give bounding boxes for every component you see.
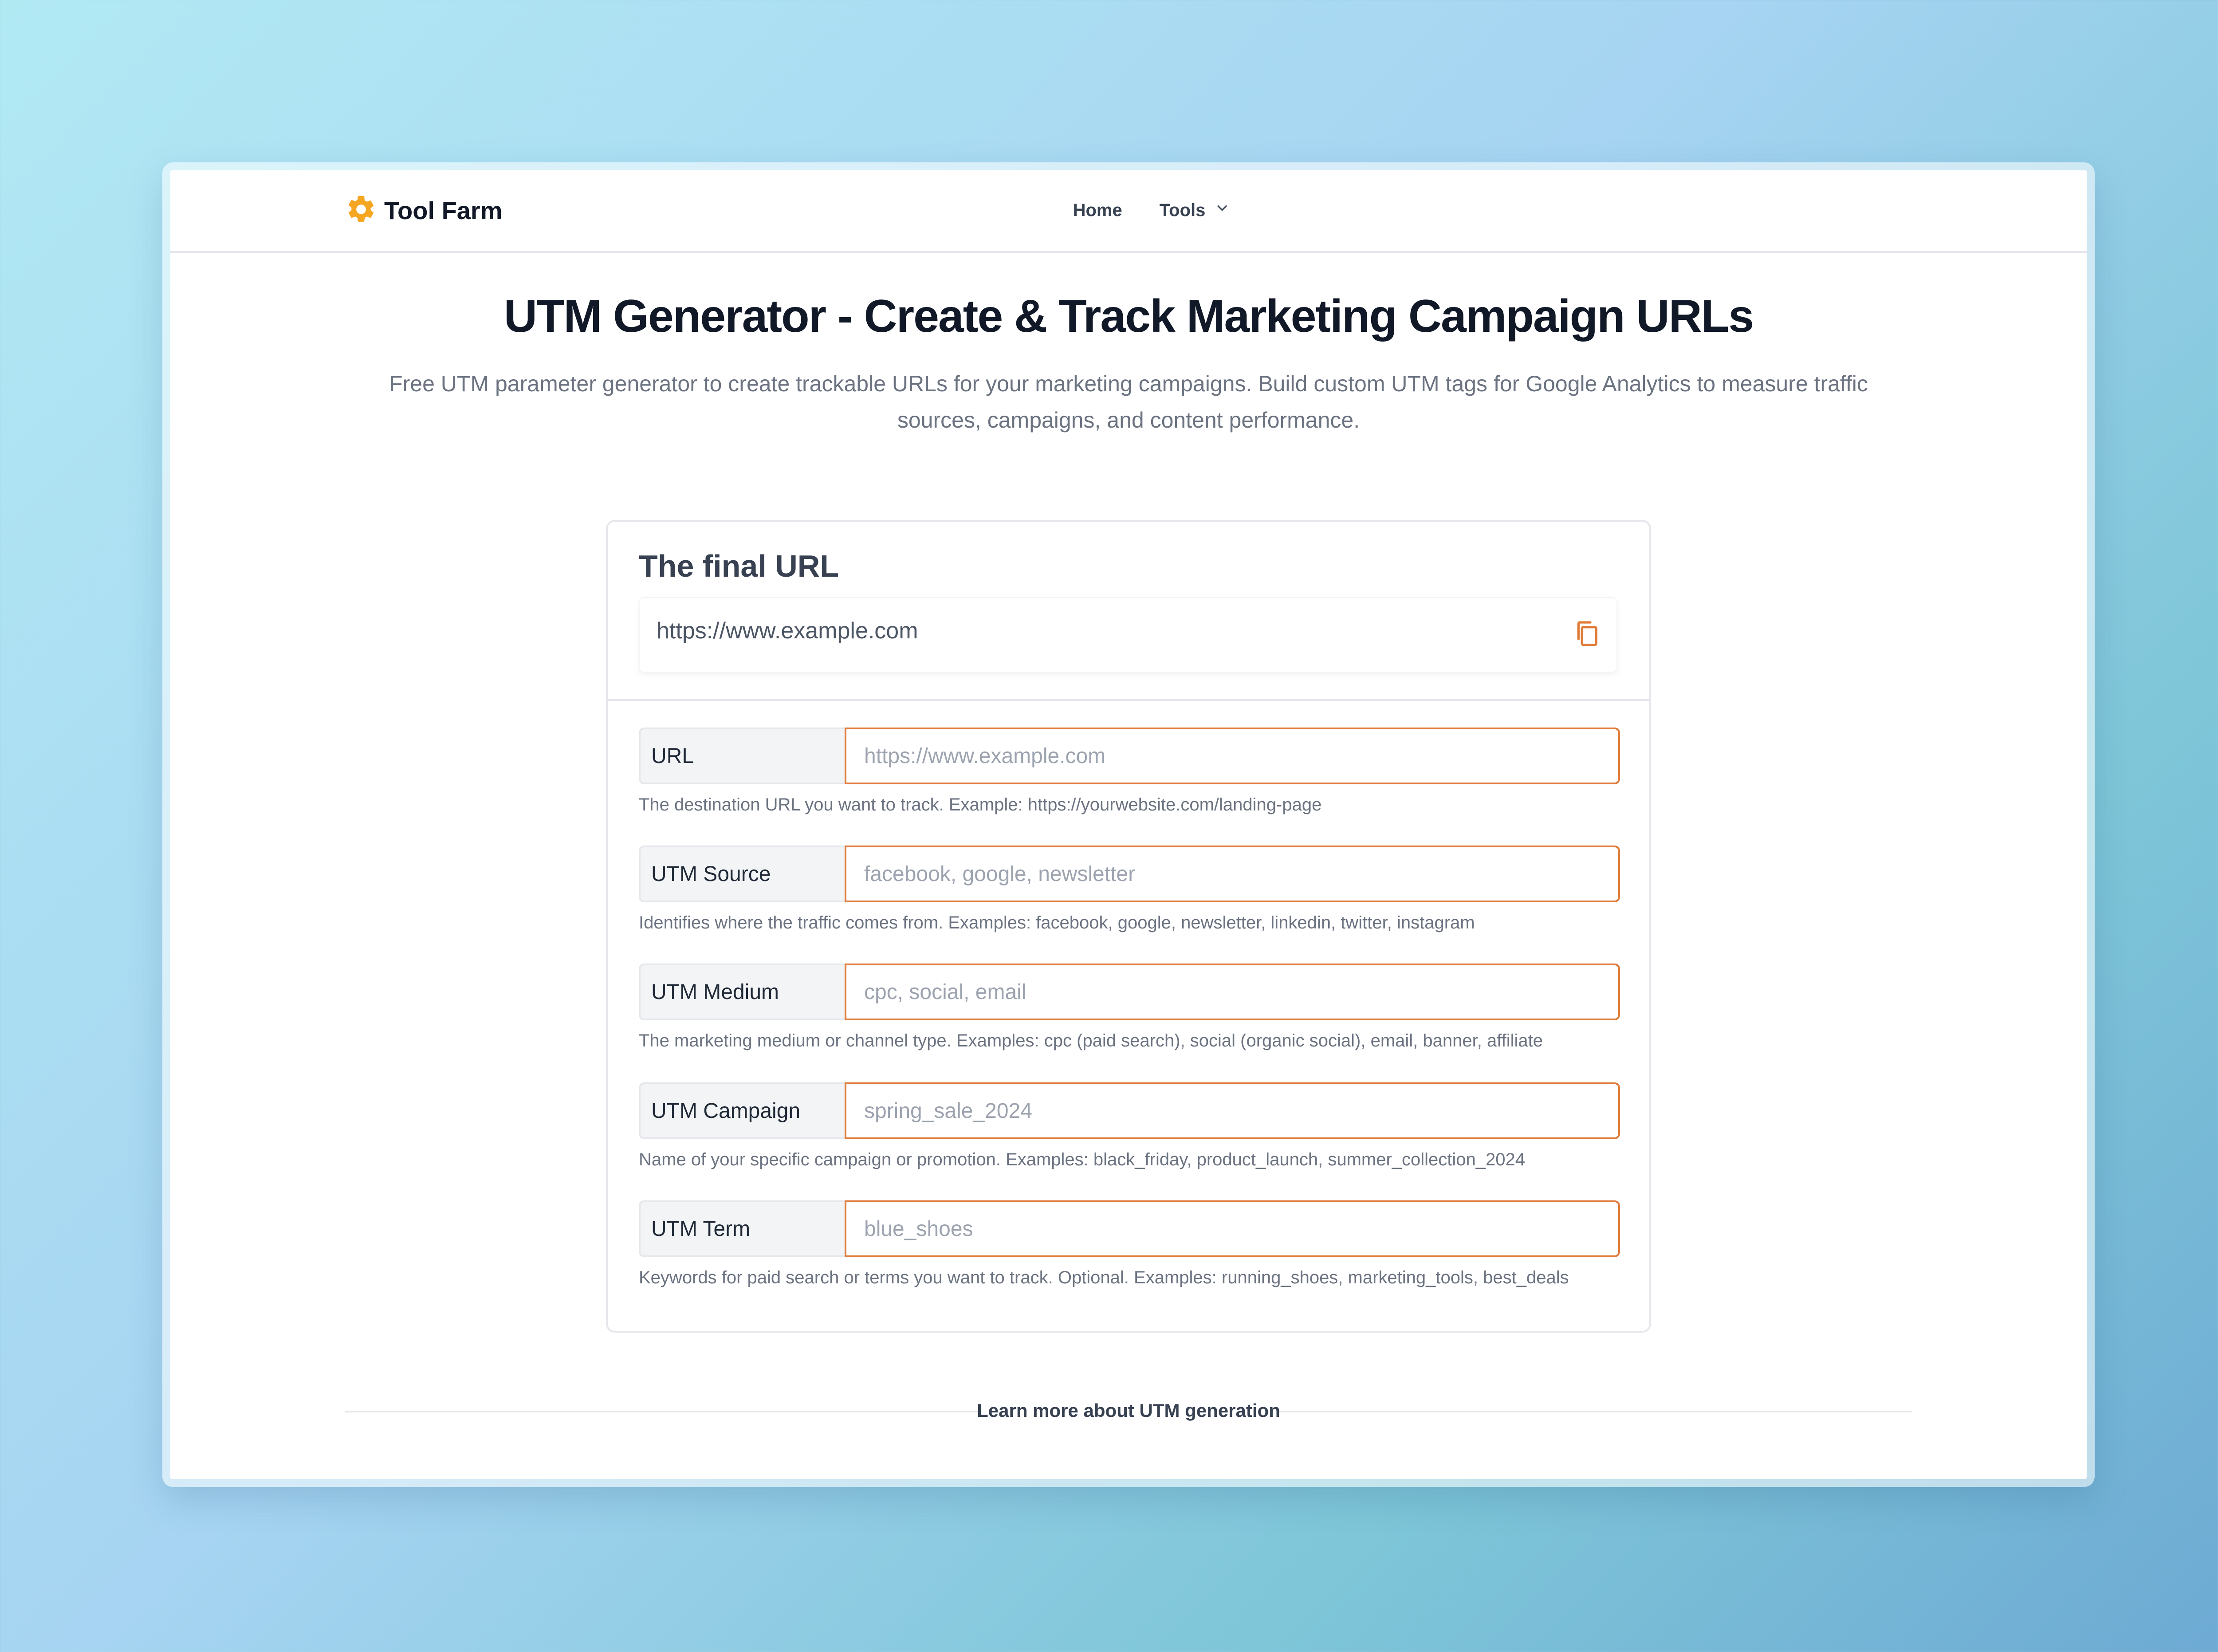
utm-medium-input[interactable]	[845, 964, 1620, 1020]
learn-more-link[interactable]: Learn more about UTM generation	[345, 1400, 1912, 1421]
page-title: UTM Generator - Create & Track Marketing…	[503, 291, 1754, 342]
site-header: Tool Farm Home Tools	[170, 170, 2087, 253]
utm-medium-field: UTM Medium The marketing medium or chann…	[639, 964, 1620, 1051]
utm-source-help: Identifies where the traffic comes from.…	[639, 913, 1475, 932]
final-url-heading: The final URL	[639, 549, 839, 583]
utm-term-label: UTM Term	[639, 1200, 845, 1257]
main-nav: Home Tools	[170, 193, 2087, 228]
nav-home-label: Home	[1073, 200, 1122, 220]
utm-source-label: UTM Source	[639, 846, 845, 902]
learn-more-section: Learn more about UTM generation	[345, 1397, 1912, 1424]
utm-medium-label: UTM Medium	[639, 964, 845, 1020]
utm-term-input[interactable]	[845, 1200, 1620, 1257]
nav-home[interactable]: Home	[1073, 201, 1122, 220]
utm-builder-card: The final URL https://www.example.com UR…	[606, 520, 1651, 1333]
utm-campaign-field: UTM Campaign Name of your specific campa…	[639, 1082, 1620, 1170]
utm-term-field: UTM Term Keywords for paid search or ter…	[639, 1200, 1620, 1288]
card-divider	[608, 699, 1649, 701]
utm-campaign-input[interactable]	[845, 1082, 1620, 1139]
utm-medium-help: The marketing medium or channel type. Ex…	[639, 1031, 1543, 1050]
utm-source-field: UTM Source Identifies where the traffic …	[639, 846, 1620, 933]
utm-term-help: Keywords for paid search or terms you wa…	[639, 1268, 1569, 1287]
utm-campaign-help: Name of your specific campaign or promot…	[639, 1150, 1526, 1169]
page-description: Free UTM parameter generator to create t…	[389, 371, 1868, 433]
chevron-down-icon	[1214, 200, 1230, 220]
browser-window: Tool Farm Home Tools UTM Generator - Cre…	[170, 170, 2087, 1479]
copy-icon	[1573, 619, 1601, 649]
final-url-box: https://www.example.com	[639, 597, 1617, 673]
utm-campaign-label: UTM Campaign	[639, 1082, 845, 1139]
nav-tools-label: Tools	[1159, 200, 1206, 220]
url-input[interactable]	[845, 728, 1620, 784]
url-field: URL The destination URL you want to trac…	[639, 728, 1620, 815]
url-field-label: URL	[639, 728, 845, 784]
utm-source-input[interactable]	[845, 846, 1620, 902]
nav-tools-dropdown[interactable]: Tools	[1160, 200, 1231, 220]
final-url-value: https://www.example.com	[657, 618, 918, 644]
url-field-help: The destination URL you want to track. E…	[639, 795, 1322, 814]
copy-url-button[interactable]	[1567, 614, 1607, 654]
